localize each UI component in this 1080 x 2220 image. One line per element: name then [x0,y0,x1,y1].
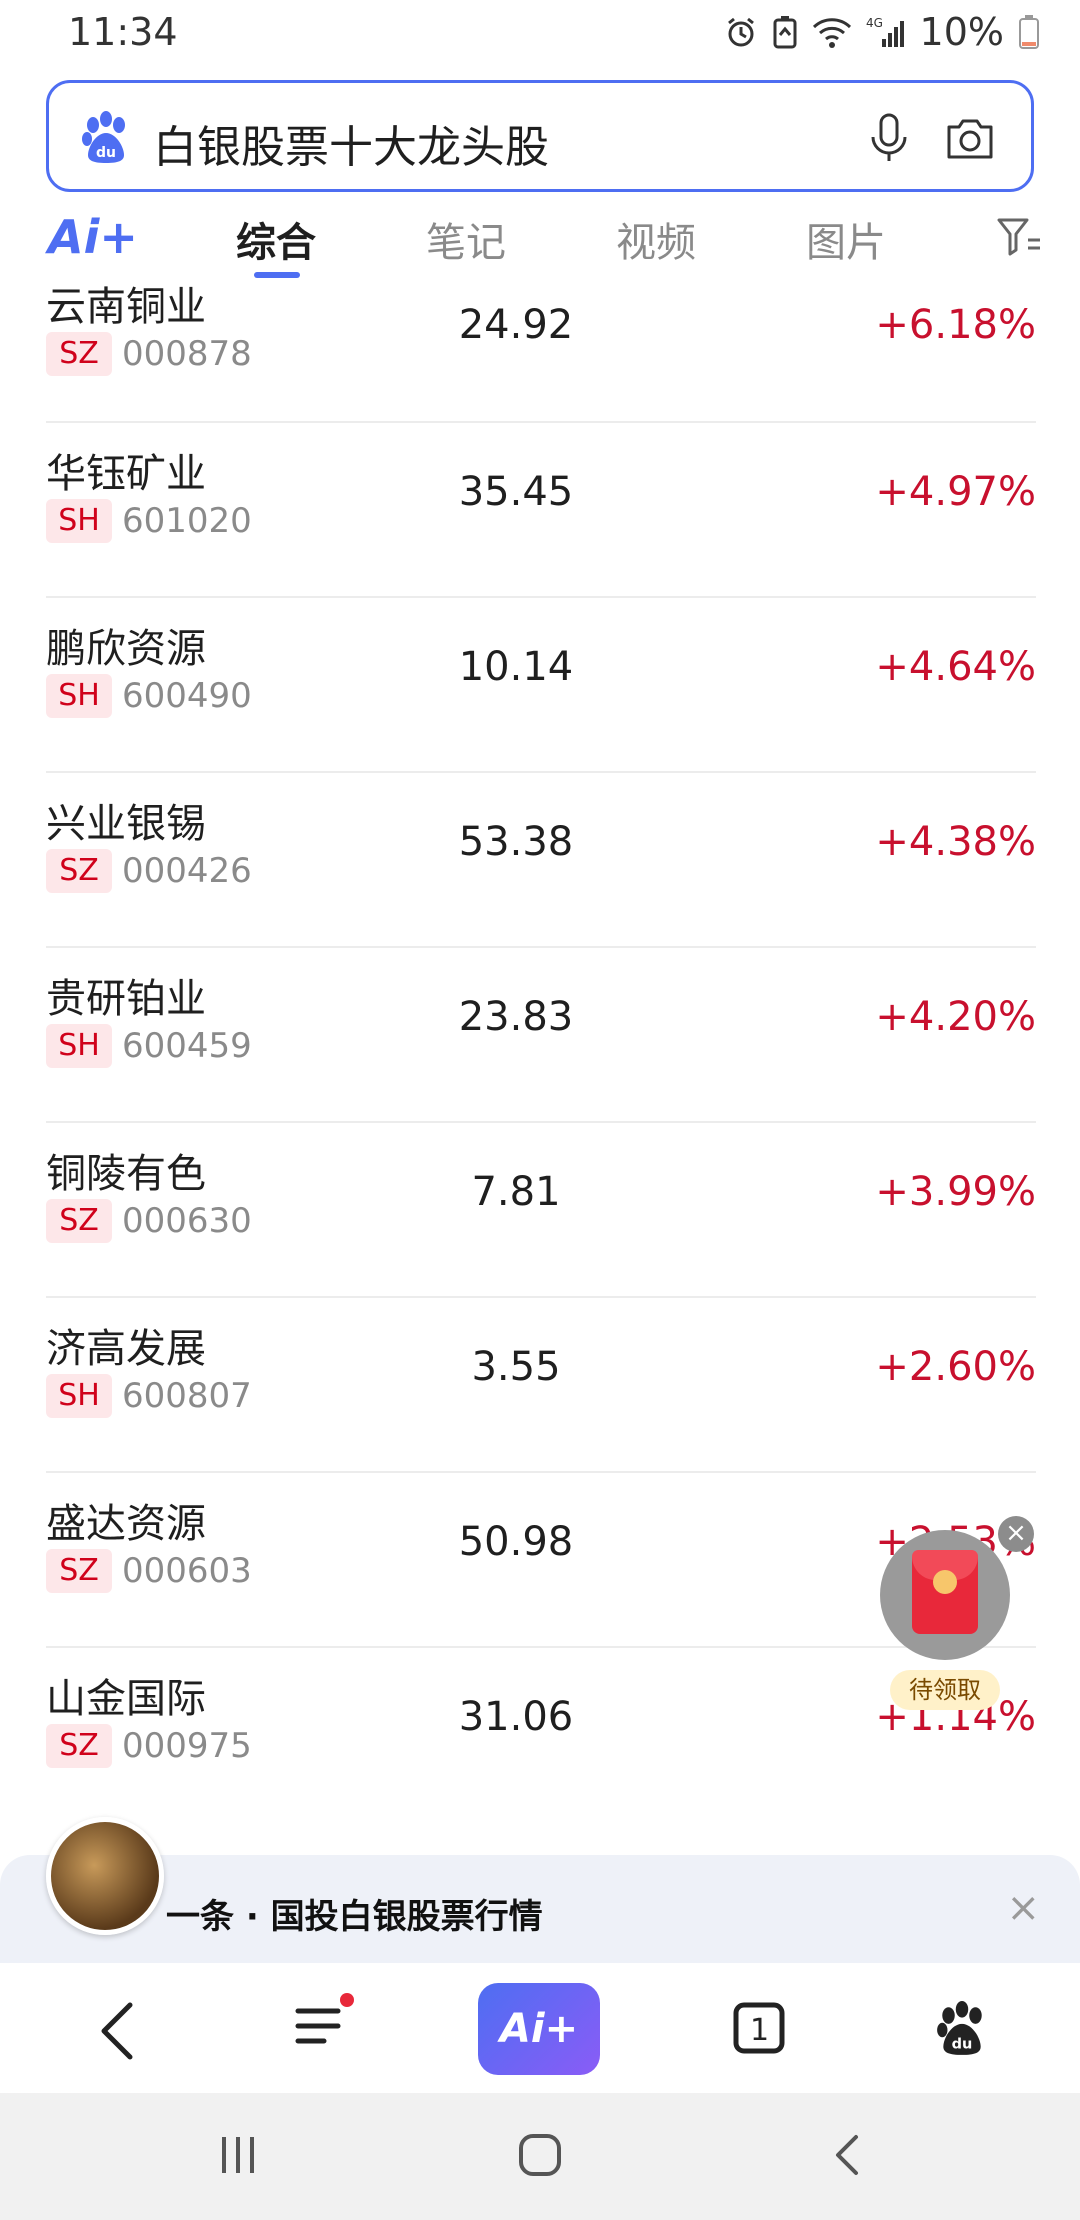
search-bar[interactable]: du 白银股票十大龙头股 [46,80,1034,192]
search-input[interactable]: 白银股票十大龙头股 [153,111,549,175]
stock-row[interactable]: 兴业银锡 SZ 000426 53.38 +4.38% [46,773,1036,948]
notification-dot [340,1993,354,2007]
stock-name: 盛达资源 [46,1501,206,1547]
stock-row[interactable]: 云南铜业 SZ 000878 24.92 +6.18% [46,280,1036,423]
stock-price: 50.98 [458,1519,574,1565]
red-envelope-label[interactable]: 待领取 [890,1670,1000,1710]
stock-row[interactable]: 贵研铂业 SH 600459 23.83 +4.20% [46,948,1036,1123]
market-badge: SZ [46,1549,112,1593]
back-arrow-icon[interactable] [96,2001,140,2065]
stock-name: 兴业银锡 [46,801,206,847]
menu-icon[interactable] [294,2001,344,2055]
market-badge: SH [46,499,112,543]
svg-text:du: du [952,2037,973,2053]
stock-price: 24.92 [458,302,574,348]
market-badge: SZ [46,332,112,376]
stock-name: 贵研铂业 [46,976,206,1022]
result-tabs: Ai+ 综合 笔记 视频 图片 [0,200,1080,280]
stock-name: 铜陵有色 [46,1151,206,1197]
svg-text:du: du [96,145,116,161]
stock-change: +4.38% [875,819,1036,865]
market-badge: SZ [46,849,112,893]
battery-percent: 10% [919,10,1004,54]
stock-code: 000630 [122,1201,252,1241]
stock-code: 601020 [122,501,252,541]
baidu-logo-icon[interactable]: du [79,111,133,169]
tabs-counter-icon[interactable]: 1 [732,2001,786,2059]
tab-notes[interactable]: 笔记 [426,210,506,268]
system-back-icon[interactable] [826,2133,870,2181]
tab-images[interactable]: 图片 [806,210,886,268]
recent-apps-icon[interactable] [216,2133,260,2181]
news-strip[interactable]: 一条 · 国投白银股票行情 × [0,1817,1080,1963]
stock-name: 华钰矿业 [46,451,206,497]
red-envelope-seal [933,1570,957,1594]
stock-price: 10.14 [458,644,574,690]
tab-comprehensive[interactable]: 综合 [236,210,316,268]
alarm-icon [724,15,758,49]
stock-price: 7.81 [471,1169,561,1215]
status-time: 11:34 [68,10,178,54]
ai-assistant-button[interactable]: Ai+ [478,1983,600,2075]
red-envelope-close-button[interactable]: × [998,1516,1034,1552]
stock-price: 31.06 [458,1694,574,1740]
news-close-button[interactable]: × [1006,1885,1040,1931]
news-thumbnail[interactable] [46,1817,164,1935]
stock-change: +4.97% [875,469,1036,515]
stock-change: +6.18% [875,302,1036,348]
stock-change: +4.64% [875,644,1036,690]
stock-change: +2.60% [875,1344,1036,1390]
bottom-nav: Ai+ 1 du [0,1963,1080,2093]
battery-icon [1018,14,1040,50]
stock-price: 3.55 [471,1344,561,1390]
wifi-icon [812,15,852,49]
camera-icon[interactable] [943,111,997,169]
stock-row[interactable]: 铜陵有色 SZ 000630 7.81 +3.99% [46,1123,1036,1298]
market-badge: SZ [46,1199,112,1243]
home-icon[interactable] [518,2133,562,2181]
stock-name: 云南铜业 [46,284,206,330]
ai-plus-logo[interactable]: Ai+ [48,210,138,264]
active-tab-indicator [254,272,300,278]
stock-row[interactable]: 济高发展 SH 600807 3.55 +2.60% [46,1298,1036,1473]
stock-row[interactable]: 华钰矿业 SH 601020 35.45 +4.97% [46,423,1036,598]
stock-code: 600459 [122,1026,252,1066]
battery-saver-icon [772,15,798,49]
market-badge: SH [46,1024,112,1068]
baidu-home-icon[interactable]: du [934,2001,990,2061]
stock-code: 000975 [122,1726,252,1766]
status-icons: 4G 10% [724,10,1040,54]
system-nav [0,2093,1080,2220]
tab-count-label: 1 [750,2013,769,2048]
stock-change: +4.20% [875,994,1036,1040]
stock-code: 600490 [122,676,252,716]
stock-name: 济高发展 [46,1326,206,1372]
stock-name: 鹏欣资源 [46,626,206,672]
network-type-label: 4G [866,16,883,30]
stock-price: 53.38 [458,819,574,865]
tab-video[interactable]: 视频 [616,210,696,268]
stock-code: 000426 [122,851,252,891]
stock-name: 山金国际 [46,1676,206,1722]
market-badge: SH [46,674,112,718]
stock-code: 000603 [122,1551,252,1591]
cellular-signal-icon: 4G [866,15,906,49]
filter-icon[interactable] [996,216,1042,262]
stock-code: 600807 [122,1376,252,1416]
market-badge: SZ [46,1724,112,1768]
stock-change: +3.99% [875,1169,1036,1215]
stock-price: 23.83 [458,994,574,1040]
microphone-icon[interactable] [865,111,913,169]
stock-price: 35.45 [458,469,574,515]
status-bar: 11:34 4G 10% [0,0,1080,66]
stock-code: 000878 [122,334,252,374]
red-envelope-widget[interactable]: × 待领取 [878,1516,1034,1710]
stock-row[interactable]: 鹏欣资源 SH 600490 10.14 +4.64% [46,598,1036,773]
news-headline[interactable]: 一条 · 国投白银股票行情 [166,1889,543,1938]
market-badge: SH [46,1374,112,1418]
